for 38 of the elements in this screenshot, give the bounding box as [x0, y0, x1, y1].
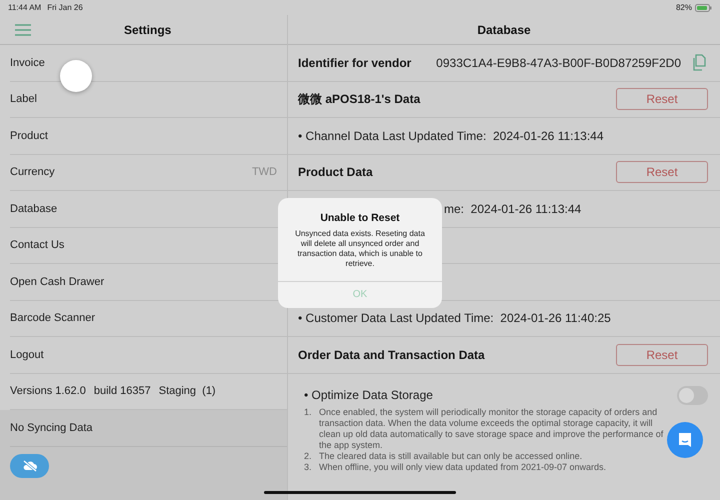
- update-time: me: 2024-01-26 11:13:44: [444, 200, 582, 218]
- chat-icon: [677, 432, 693, 448]
- note-text: Once enabled, the system will periodically monitor the storage capacity of orders and transaction data. When the data volume exceeds the optimal storage capacity, it will clean up old data automatically to save storage space and improve the performance of the app system.: [319, 406, 664, 450]
- battery-percent: 82%: [676, 2, 692, 14]
- copy-icon[interactable]: [692, 54, 706, 72]
- list-number: 2.: [304, 450, 313, 462]
- sync-status: No Syncing Data: [10, 420, 93, 436]
- toggle-switch[interactable]: [677, 386, 708, 404]
- dialog-message: Unsynced data exists. Reseting data will delete all unsynced order and transaction data, which is unable to retrieve.: [294, 228, 426, 269]
- status-date: Fri Jan 26: [47, 2, 83, 14]
- section-title: Order Data and Transaction Data: [298, 346, 485, 364]
- panel-title: Database: [477, 22, 531, 38]
- vendor-identifier: 0933C1A4-E9B8-47A3-B00F-B0D87259F2D0: [436, 54, 681, 72]
- option-label: • Optimize Data Storage: [304, 387, 433, 404]
- settings-item[interactable]: Currency TWD: [10, 154, 287, 191]
- version-info: build 16357: [94, 384, 151, 399]
- note-text: When offline, you will only view data updated from 2021-09-07 onwards.: [319, 462, 606, 472]
- cloud-off-icon: [22, 460, 38, 472]
- update-time: • Customer Data Last Updated Time: 2024-01-26 11:40:25: [298, 310, 611, 328]
- row-label: Identifier for vendor: [298, 54, 412, 72]
- list-number: 1.: [304, 406, 313, 418]
- chat-button[interactable]: [667, 422, 703, 458]
- note-text: The cleared data is still available but can only be accessed online.: [319, 450, 582, 462]
- update-time: • Channel Data Last Updated Time: 2024-01-26 11:13:44: [298, 128, 604, 145]
- touch-indicator[interactable]: [60, 60, 92, 92]
- settings-item[interactable]: Logout: [10, 337, 287, 374]
- settings-item[interactable]: Product: [10, 118, 287, 154]
- version-info: Staging (1): [158, 384, 216, 399]
- battery-icon: [695, 4, 712, 12]
- version-info: Versions 1.62.0: [10, 384, 86, 399]
- menu-icon[interactable]: [15, 24, 31, 36]
- status-time: 11:44 AM: [8, 2, 42, 14]
- section-title: Product Data: [298, 164, 373, 182]
- dialog-title: Unable to Reset: [320, 211, 400, 226]
- section-title: 微微 aPOS18-1's Data: [298, 91, 420, 108]
- sync-off-button[interactable]: [10, 454, 49, 478]
- panel-title: Settings: [124, 22, 172, 38]
- list-number: 3.: [304, 462, 313, 472]
